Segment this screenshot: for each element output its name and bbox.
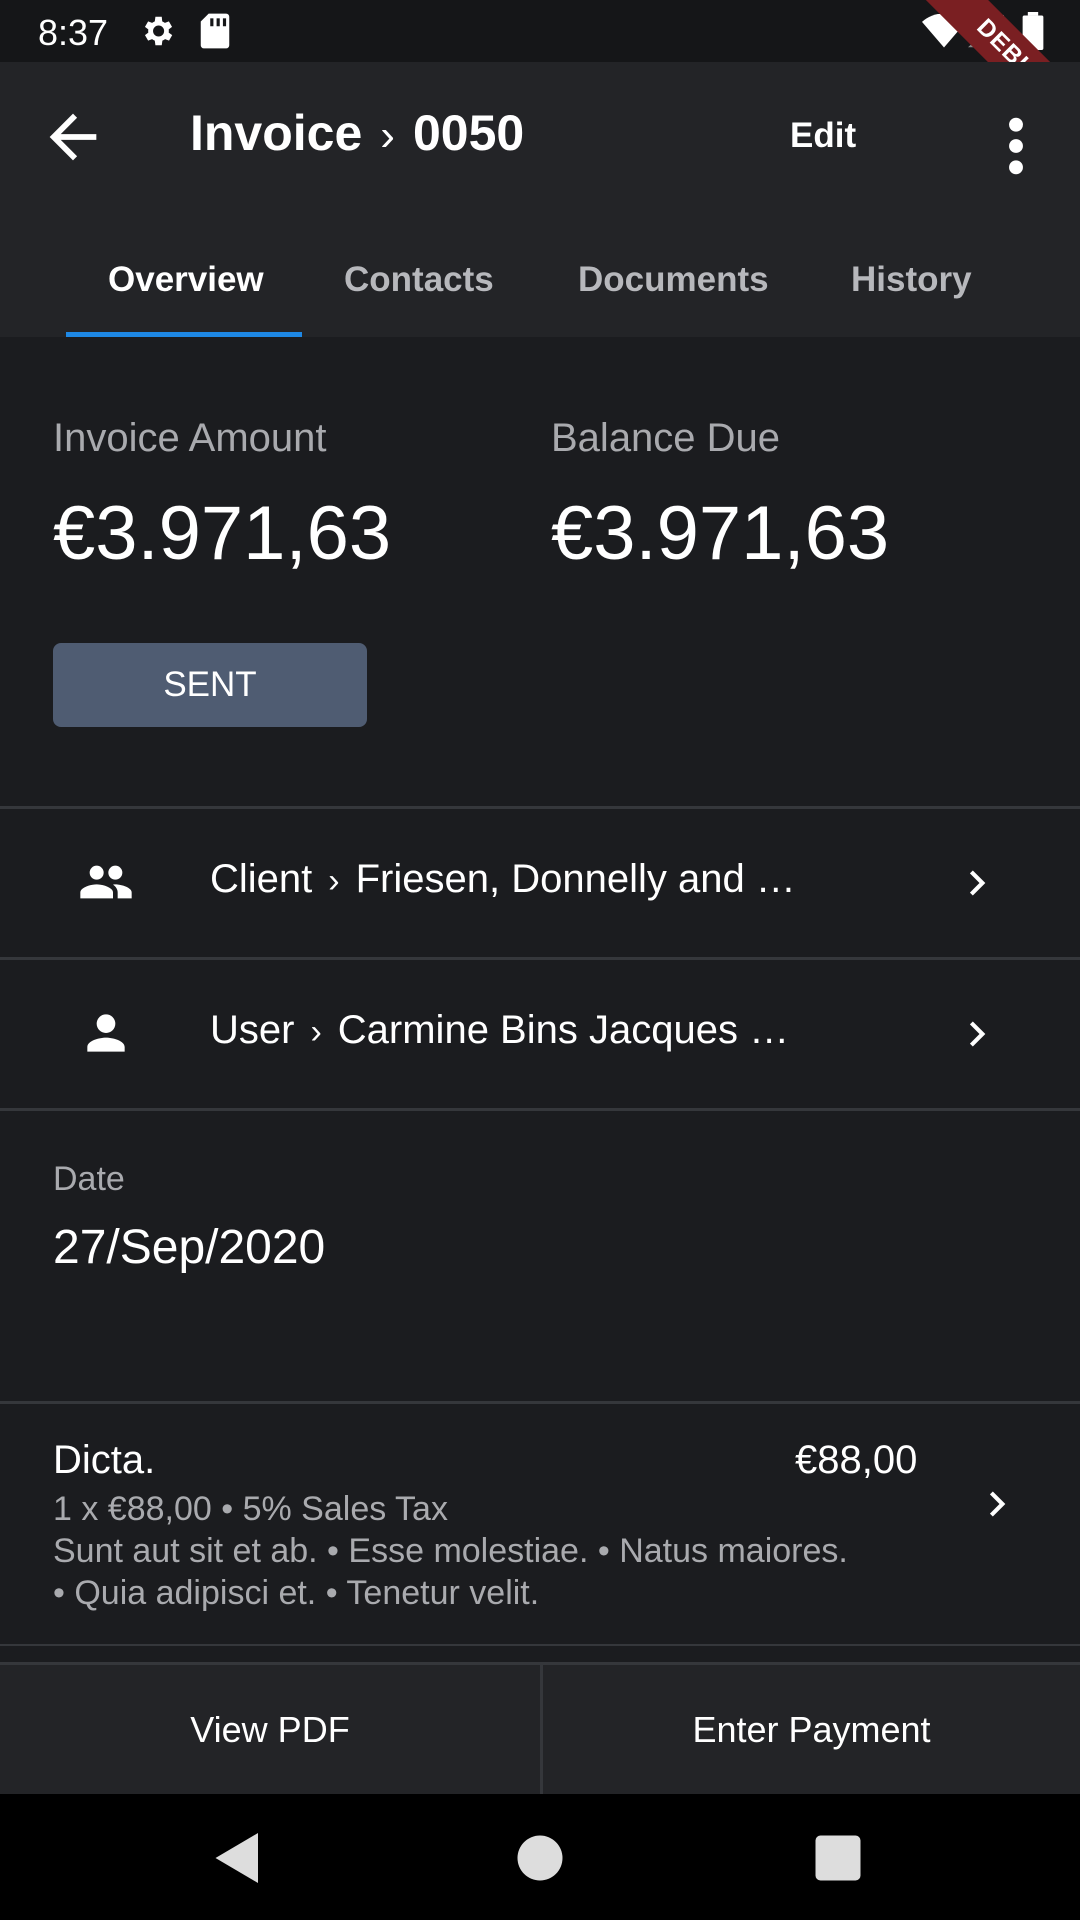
bottom-action-bar: View PDF Enter Payment xyxy=(0,1662,1080,1794)
screen: 8:37 DEBUG Invoice › 0050 Edit Overview … xyxy=(0,0,1080,1920)
settings-icon xyxy=(144,16,173,46)
tab-contacts[interactable]: Contacts xyxy=(344,260,494,300)
edit-button[interactable]: Edit xyxy=(790,116,856,156)
line-item-detail: 1 x €88,00 • 5% Sales Tax xyxy=(53,1490,448,1528)
tab-bar: Overview Contacts Documents History xyxy=(0,240,1080,337)
balance-due-label: Balance Due xyxy=(551,416,781,460)
nav-recents-icon[interactable] xyxy=(808,1828,868,1888)
system-nav-bar xyxy=(0,1794,1080,1920)
view-pdf-button[interactable]: View PDF xyxy=(0,1665,540,1794)
line-item-description: Sunt aut sit et ab. • Esse molestiae. • … xyxy=(53,1532,848,1570)
tab-history[interactable]: History xyxy=(851,260,972,300)
enter-payment-button[interactable]: Enter Payment xyxy=(543,1665,1080,1794)
balance-due-value: €3.971,63 xyxy=(551,491,890,576)
invoice-amount-label: Invoice Amount xyxy=(53,416,327,460)
line-item[interactable]: Dicta. €88,00 1 x €88,00 • 5% Sales Tax … xyxy=(0,1406,1080,1644)
status-bar: 8:37 DEBUG xyxy=(0,0,1080,160)
divider xyxy=(0,1401,1080,1404)
more-vert-icon[interactable] xyxy=(990,114,1042,178)
user-label: User xyxy=(210,1008,295,1052)
status-badge: SENT xyxy=(53,643,367,727)
sd-card-icon xyxy=(200,13,230,49)
group-icon xyxy=(80,865,132,899)
line-item-total: €88,00 xyxy=(795,1438,918,1482)
tab-overview[interactable]: Overview xyxy=(108,260,264,300)
client-name: Friesen, Donnelly and … xyxy=(355,857,796,901)
nav-back-icon[interactable] xyxy=(208,1828,268,1888)
nav-home-icon[interactable] xyxy=(510,1828,570,1888)
user-name: Carmine Bins Jacques … xyxy=(337,1008,790,1052)
user-text: User › Carmine Bins Jacques … xyxy=(210,1008,789,1053)
user-row[interactable]: User › Carmine Bins Jacques … xyxy=(0,960,1080,1108)
tab-documents[interactable]: Documents xyxy=(578,260,769,300)
person-icon xyxy=(87,1014,125,1052)
client-text: Client › Friesen, Donnelly and … xyxy=(210,857,796,902)
client-row[interactable]: Client › Friesen, Donnelly and … xyxy=(0,809,1080,957)
tab-indicator xyxy=(66,332,302,337)
divider xyxy=(0,1108,1080,1111)
invoice-amount-value: €3.971,63 xyxy=(53,491,392,576)
chevron-right-icon xyxy=(989,1491,1006,1517)
title-separator: › xyxy=(380,111,395,160)
title-number: 0050 xyxy=(412,105,525,161)
date-value: 27/Sep/2020 xyxy=(53,1221,326,1274)
chevron-right-icon xyxy=(969,870,986,896)
divider xyxy=(0,1644,1080,1646)
status-time: 8:37 xyxy=(38,12,109,53)
client-separator: › xyxy=(328,862,340,900)
line-item-description-continued: • Quia adipisci et. • Tenetur velit. xyxy=(53,1574,540,1612)
client-label: Client xyxy=(210,857,313,901)
app-bar: Invoice › 0050 Edit Overview Contacts Docu… xyxy=(0,62,1080,337)
date-label: Date xyxy=(53,1160,125,1198)
chevron-right-icon xyxy=(969,1021,986,1047)
user-separator: › xyxy=(310,1013,322,1051)
line-item-name: Dicta. xyxy=(53,1438,156,1482)
back-arrow-icon[interactable] xyxy=(38,102,108,172)
page-title: Invoice › 0050 xyxy=(190,104,524,162)
title-entity: Invoice xyxy=(190,105,363,161)
